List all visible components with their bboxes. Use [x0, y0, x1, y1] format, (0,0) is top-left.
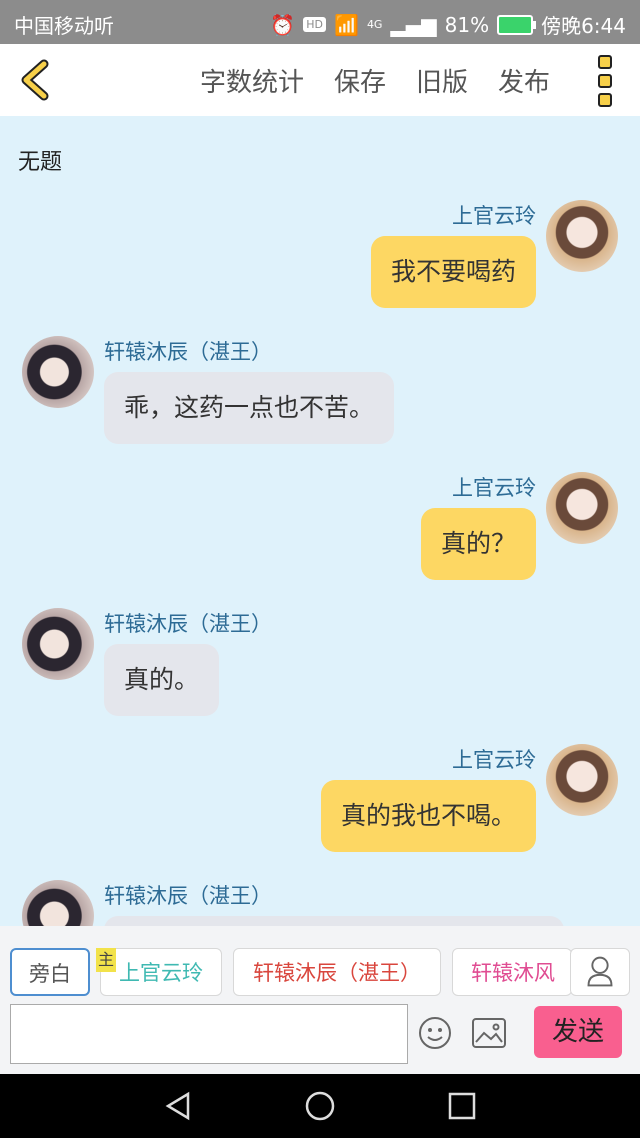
save-button[interactable]: 保存: [334, 62, 386, 99]
battery-icon: [497, 14, 537, 35]
main-character-badge: 主: [96, 948, 117, 972]
system-nav-bar: [0, 1074, 640, 1138]
alarm-icon: ⏰: [270, 12, 296, 37]
avatar-shangguan[interactable]: [546, 472, 618, 544]
emoji-icon[interactable]: [418, 1016, 452, 1050]
message-bubble[interactable]: [104, 916, 564, 926]
avatar-shangguan[interactable]: [546, 200, 618, 272]
speaker-name: 轩辕沐辰（湛王）: [104, 884, 272, 908]
person-icon: [587, 956, 613, 987]
signal-icon: ▂▄▆: [390, 12, 437, 37]
hd-badge: HD: [303, 17, 327, 32]
narration-chip[interactable]: 旁白: [10, 948, 90, 996]
character-chip-shangguan[interactable]: 上官云玲: [100, 948, 222, 996]
message-bubble[interactable]: 我不要喝药: [370, 236, 536, 308]
word-count-button[interactable]: 字数统计: [200, 62, 304, 99]
message-bubble[interactable]: 真的？: [420, 508, 536, 580]
status-bar: 中国移动听 ⏰ HD 📶 4G ▂▄▆ 81% 傍晚6:44: [0, 0, 640, 44]
message-bubble[interactable]: 乖，这药一点也不苦。: [104, 372, 395, 444]
speaker-name: 上官云玲: [452, 748, 536, 772]
avatar-shangguan[interactable]: [546, 744, 618, 816]
story-title[interactable]: 无题: [18, 144, 62, 176]
clock: 傍晚6:44: [541, 14, 626, 38]
home-circle-icon[interactable]: [304, 1090, 336, 1122]
top-toolbar: 字数统计 保存 旧版 发布: [0, 44, 640, 116]
message-input[interactable]: [10, 1004, 408, 1064]
character-selector: 旁白 上官云玲 主 轩辕沐辰（湛王） 轩辕沐风（: [0, 926, 640, 1000]
character-chip-xuanyuan-muchen[interactable]: 轩辕沐辰（湛王）: [233, 948, 441, 996]
avatar-xuanyuan[interactable]: [22, 880, 94, 926]
old-version-button[interactable]: 旧版: [416, 62, 468, 99]
recents-square-icon[interactable]: [446, 1090, 478, 1122]
wifi-icon: 📶: [334, 12, 359, 37]
character-chip-xuanyuan-mufeng[interactable]: 轩辕沐风（: [452, 948, 572, 996]
speaker-name: 轩辕沐辰（湛王）: [104, 340, 272, 364]
input-row: 发送: [0, 1000, 640, 1074]
image-icon[interactable]: [472, 1018, 506, 1048]
add-character-button[interactable]: [570, 948, 630, 996]
message-bubble[interactable]: 真的。: [104, 644, 220, 716]
toolbar-menu: 字数统计 保存 旧版 发布: [200, 44, 580, 116]
speaker-name: 轩辕沐辰（湛王）: [104, 612, 272, 636]
speaker-name: 上官云玲: [452, 204, 536, 228]
avatar-xuanyuan[interactable]: [22, 336, 94, 408]
carrier-label: 中国移动听: [14, 14, 114, 38]
more-menu-icon[interactable]: [598, 55, 614, 107]
battery-percent: 81%: [444, 12, 490, 37]
message-bubble[interactable]: 真的我也不喝。: [320, 780, 536, 852]
status-right: ⏰ HD 📶 4G ▂▄▆ 81% 傍晚6:44: [270, 10, 626, 39]
publish-button[interactable]: 发布: [498, 62, 550, 99]
avatar-xuanyuan[interactable]: [22, 608, 94, 680]
back-chevron-icon[interactable]: [16, 58, 60, 102]
network-label: 4G: [366, 18, 383, 31]
send-button[interactable]: 发送: [534, 1006, 622, 1058]
back-triangle-icon[interactable]: [162, 1090, 194, 1122]
speaker-name: 上官云玲: [452, 476, 536, 500]
chat-area[interactable]: 无题 上官云玲 我不要喝药 轩辕沐辰（湛王） 乖，这药一点也不苦。 上官云玲 真…: [0, 116, 640, 926]
